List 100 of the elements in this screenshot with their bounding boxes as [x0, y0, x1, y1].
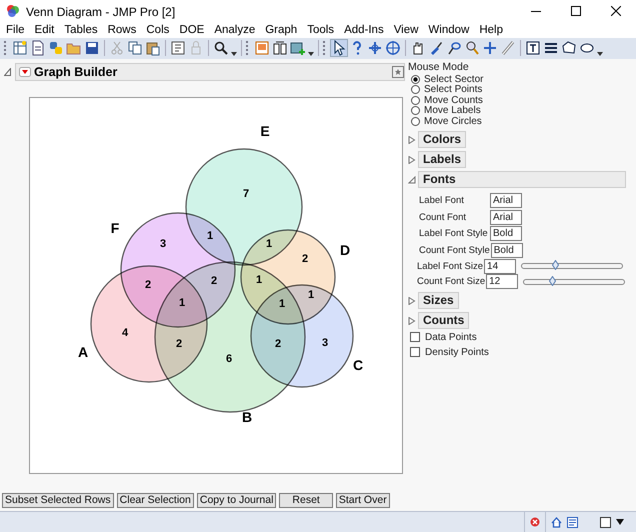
input-field[interactable]: Bold	[490, 242, 523, 258]
collapsed-triangle-icon[interactable]	[408, 136, 416, 144]
menu-item[interactable]: Graph	[260, 24, 302, 36]
input-field[interactable]: 14	[484, 258, 516, 274]
count-label: 1	[178, 296, 186, 309]
menu-item[interactable]: Edit	[30, 24, 60, 36]
menu-dropdown-icon[interactable]	[19, 66, 31, 77]
count-label: 2	[274, 338, 282, 350]
maximize-icon[interactable]	[571, 6, 581, 16]
text-box-icon[interactable]	[525, 40, 541, 56]
target-icon[interactable]	[385, 40, 401, 56]
section-header[interactable]: Counts	[418, 312, 470, 330]
compare-icon[interactable]	[272, 40, 288, 56]
radio-label: Move Circles	[424, 116, 482, 127]
dropdown-caret-icon[interactable]	[231, 52, 237, 56]
search-icon[interactable]	[213, 40, 229, 56]
menu-item[interactable]: Cols	[141, 24, 174, 36]
checkbox[interactable]	[410, 332, 420, 342]
collapse-triangle-icon[interactable]	[4, 68, 11, 76]
section-header[interactable]: Sizes	[418, 292, 459, 310]
action-button[interactable]: Clear Selection	[116, 493, 194, 508]
action-button[interactable]: Subset Selected Rows	[2, 493, 114, 508]
section-header[interactable]: Colors	[418, 131, 466, 148]
action-button[interactable]: Reset	[279, 493, 333, 508]
radio-label: Select Sector	[424, 74, 484, 85]
action-button[interactable]: Copy to Journal	[196, 493, 276, 508]
action-button[interactable]: Start Over	[336, 493, 390, 508]
section-header[interactable]: Labels	[418, 151, 466, 168]
dropdown-caret-icon[interactable]	[597, 52, 603, 56]
menu-item[interactable]: Add-Ins	[339, 24, 389, 36]
radio-label: Select Points	[424, 84, 482, 96]
checkbox[interactable]	[410, 347, 420, 358]
menu-item[interactable]: Rows	[102, 24, 142, 36]
plus-icon[interactable]	[482, 40, 498, 56]
checkbox-label: Data Points	[425, 332, 477, 343]
new-table-icon[interactable]	[12, 40, 28, 56]
save-icon[interactable]	[84, 40, 100, 56]
count-label: 1	[206, 230, 214, 242]
radio-button[interactable]	[411, 116, 420, 126]
menu-item[interactable]: Tools	[302, 24, 340, 36]
count-label: 2	[144, 278, 152, 291]
report-icon[interactable]	[254, 40, 270, 56]
color-swatch-icon[interactable]	[600, 516, 611, 528]
window-list-icon[interactable]	[567, 516, 578, 528]
error-icon[interactable]	[530, 517, 540, 528]
slider-thumb[interactable]	[552, 260, 560, 270]
menu-item[interactable]: Help	[474, 24, 508, 36]
count-label: 1	[308, 288, 314, 301]
dropdown-caret-icon[interactable]	[308, 52, 314, 56]
paste-icon[interactable]	[145, 40, 161, 56]
crosshair-icon[interactable]	[367, 40, 383, 56]
input-field[interactable]: Arial	[490, 210, 522, 225]
input-field[interactable]: Bold	[490, 226, 522, 242]
input-field[interactable]: Arial	[490, 193, 522, 208]
radio-button[interactable]	[411, 106, 420, 116]
radio-label: Move Counts	[424, 94, 483, 106]
radio-button[interactable]	[411, 74, 420, 84]
menu-item[interactable]: Analyze	[209, 24, 260, 36]
field-label: Count Font Style	[419, 244, 491, 256]
menu-item[interactable]: View	[388, 24, 424, 36]
radio-button[interactable]	[411, 85, 420, 94]
formula-icon[interactable]	[170, 40, 186, 56]
dropdown-caret-icon[interactable]	[616, 519, 624, 526]
count-label: 3	[160, 238, 166, 250]
magnifier-icon[interactable]	[464, 40, 480, 56]
polygon-icon[interactable]	[561, 40, 577, 56]
set-label: F	[110, 220, 120, 236]
set-label: E	[260, 122, 270, 139]
count-label: 1	[266, 238, 272, 250]
set-label: B	[242, 408, 252, 425]
close-icon[interactable]	[611, 6, 621, 16]
field-label: Count Font Size	[417, 276, 486, 288]
collapsed-triangle-icon[interactable]	[408, 316, 416, 325]
collapsed-triangle-icon[interactable]	[408, 296, 416, 305]
slider-thumb[interactable]	[549, 276, 556, 286]
menu-item[interactable]: Window	[423, 24, 474, 36]
copy-icon[interactable]	[127, 40, 143, 56]
menu-item[interactable]: Tables	[59, 24, 103, 36]
set-label: C	[352, 356, 364, 373]
field-label: Label Font Size	[417, 260, 484, 272]
arrow-pointer-icon[interactable]	[331, 40, 347, 56]
menu-item[interactable]: DOE	[174, 24, 210, 36]
add-table-icon[interactable]	[290, 40, 306, 56]
lasso-icon[interactable]	[446, 40, 462, 56]
new-document-icon[interactable]	[30, 40, 46, 56]
expanded-triangle-icon[interactable]	[408, 176, 416, 184]
pin-icon[interactable]	[392, 66, 404, 78]
field-label: Label Font	[419, 195, 465, 206]
collapsed-triangle-icon[interactable]	[408, 156, 416, 164]
radio-button[interactable]	[411, 96, 420, 105]
python-icon[interactable]	[48, 40, 64, 56]
count-label: 4	[122, 326, 128, 339]
line-tool-icon[interactable]	[500, 40, 516, 56]
count-label: 2	[302, 252, 308, 265]
home-icon[interactable]	[551, 516, 562, 528]
count-label: 7	[242, 188, 250, 200]
count-label: 1	[278, 298, 286, 310]
input-field[interactable]: 12	[486, 274, 518, 290]
menu-item[interactable]: File	[1, 24, 30, 36]
section-header[interactable]: Fonts	[418, 171, 626, 188]
